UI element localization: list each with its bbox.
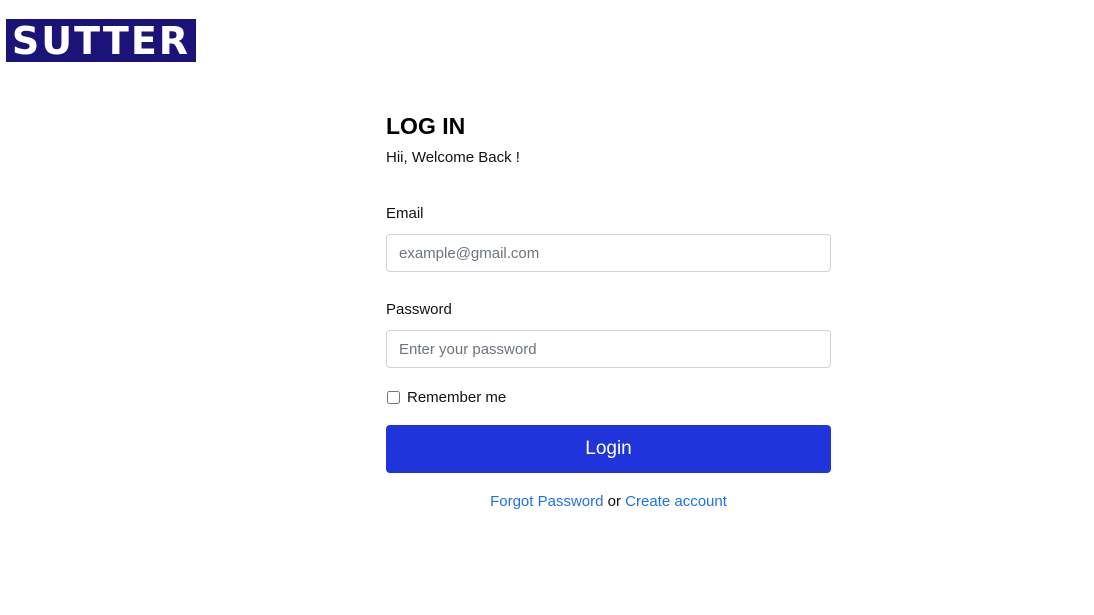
- remember-me-checkbox[interactable]: [387, 390, 400, 404]
- password-input[interactable]: [386, 330, 831, 368]
- create-account-link[interactable]: Create account: [625, 493, 727, 510]
- email-input[interactable]: [386, 234, 831, 272]
- remember-me-label: Remember me: [407, 388, 507, 406]
- page-title: LOG IN: [386, 113, 466, 139]
- brand-logo-text: SUTTER: [11, 19, 191, 62]
- login-button[interactable]: Login: [386, 425, 831, 473]
- email-label: Email: [386, 205, 424, 222]
- forgot-password-link[interactable]: Forgot Password: [490, 493, 603, 510]
- links-separator: or: [607, 493, 621, 510]
- remember-me-row[interactable]: Remember me: [386, 388, 831, 406]
- login-form: LOG IN Hii, Welcome Back ! Email Passwor…: [386, 112, 831, 510]
- account-links: Forgot Password or Create account: [386, 493, 831, 510]
- brand-logo: SUTTER: [6, 19, 196, 62]
- password-label: Password: [386, 301, 452, 318]
- welcome-subtitle: Hii, Welcome Back !: [386, 149, 520, 166]
